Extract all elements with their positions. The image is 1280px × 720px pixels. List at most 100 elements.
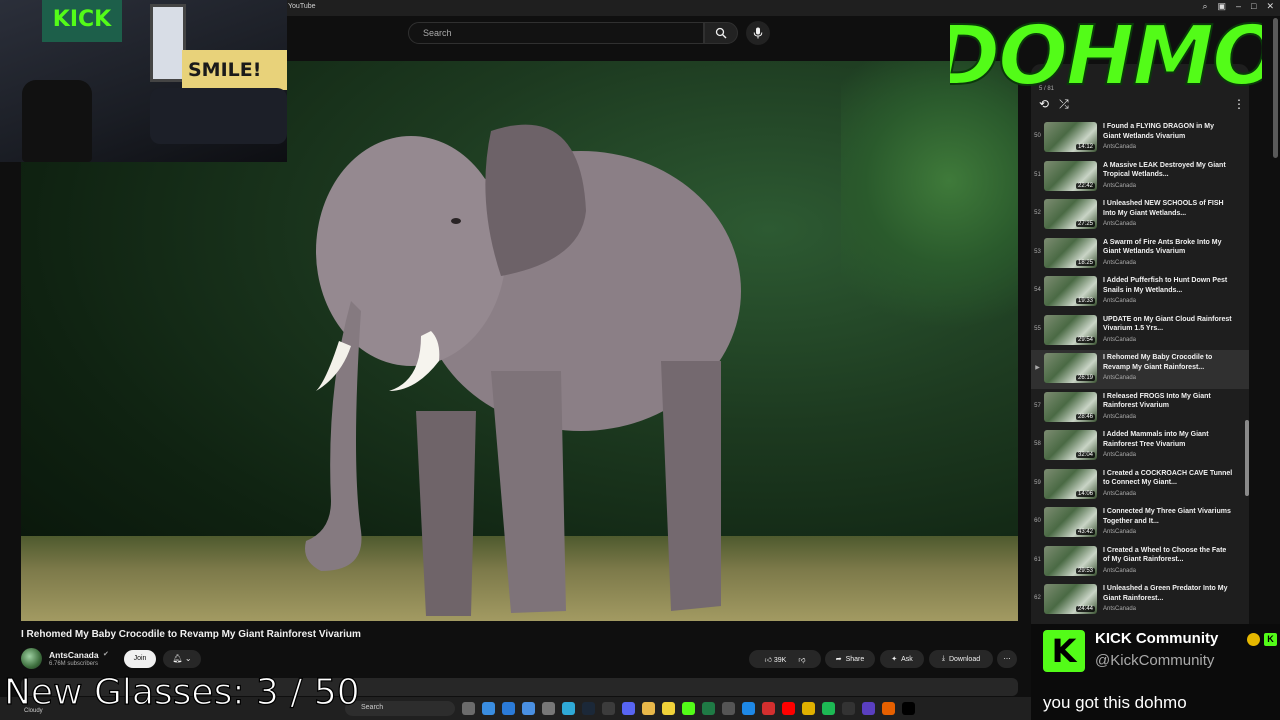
youtube-icon[interactable] [782, 702, 795, 715]
channel-name[interactable]: AntsCanada [49, 650, 99, 660]
playlist-item-title[interactable]: I Unleashed NEW SCHOOLS of FISH Into My … [1103, 199, 1233, 218]
playlist-item-channel[interactable]: AntsCanada [1103, 568, 1233, 574]
playlist-item-channel[interactable]: AntsCanada [1103, 144, 1233, 150]
ask-button[interactable]: ✦ Ask [880, 650, 924, 668]
search-button[interactable] [704, 22, 738, 44]
playlist-thumbnail[interactable]: 28:46 [1044, 391, 1097, 422]
media-icon[interactable] [862, 702, 875, 715]
playlist-scrollbar[interactable] [1245, 420, 1249, 496]
mail-icon[interactable] [502, 702, 515, 715]
playlist-item[interactable]: ▶ 26:19 I Rehomed My Baby Crocodile to Rev… [1031, 350, 1249, 389]
more-actions-button[interactable]: ⋯ [997, 650, 1017, 668]
task-view-icon[interactable] [462, 702, 475, 715]
playlist-item-title[interactable]: I Found a FLYING DRAGON in My Giant Wetl… [1103, 122, 1233, 141]
playlist-thumbnail[interactable]: 29:53 [1044, 545, 1097, 576]
search-input[interactable]: Search [408, 22, 704, 44]
playlist-item-title[interactable]: UPDATE on My Giant Cloud Rainforest Viva… [1103, 315, 1233, 334]
playlist-thumbnail[interactable]: 32:04 [1044, 430, 1097, 460]
notes-icon[interactable] [662, 702, 675, 715]
playlist-item-channel[interactable]: AntsCanada [1103, 337, 1233, 343]
playlist-item[interactable]: 50 14:12 I Found a FLYING DRAGON in My Gia… [1031, 119, 1249, 158]
obs-icon[interactable] [602, 702, 615, 715]
join-button[interactable]: Join [124, 650, 156, 668]
playlist-item[interactable]: 51 22:42 A Massive LEAK Destroyed My Giant… [1031, 158, 1249, 197]
playlist-thumbnail[interactable]: 22:42 [1044, 160, 1097, 191]
subscribe-bell-button[interactable]: 🔔︎ ⌄ [163, 650, 201, 668]
playlist-thumbnail[interactable]: 19:33 [1044, 276, 1097, 306]
store-icon[interactable] [522, 702, 535, 715]
playlist-thumbnail[interactable]: 26:19 [1044, 353, 1097, 383]
camera-icon[interactable] [542, 702, 555, 715]
playlist-item-channel[interactable]: AntsCanada [1103, 414, 1233, 420]
spotify-icon[interactable] [822, 702, 835, 715]
playlist-thumbnail[interactable]: 29:54 [1044, 314, 1097, 345]
video-duration: 28:46 [1075, 413, 1095, 420]
playlist-thumbnail[interactable]: 14:06 [1044, 468, 1097, 499]
excel-icon[interactable] [702, 702, 715, 715]
kick-poster: KICK [42, 0, 122, 42]
dislike-button[interactable]: 👎︎ [798, 655, 805, 664]
folder-icon[interactable] [642, 702, 655, 715]
playlist-item-channel[interactable]: AntsCanada [1103, 221, 1233, 227]
browser-tab-title[interactable]: YouTube [288, 3, 316, 10]
playlist-item-title[interactable]: A Massive LEAK Destroyed My Giant Tropic… [1103, 161, 1233, 180]
edge-icon[interactable] [562, 702, 575, 715]
playlist-item[interactable]: 54 19:33 I Added Pufferfish to Hunt Down P… [1031, 273, 1249, 312]
playlist-item-title[interactable]: I Unleashed a Green Predator Into My Gia… [1103, 584, 1233, 603]
playlist-item-title[interactable]: A Swarm of Fire Ants Broke Into My Giant… [1103, 238, 1233, 257]
playlist-item-text: UPDATE on My Giant Cloud Rainforest Viva… [1103, 315, 1233, 343]
playlist-item[interactable]: 61 29:53 I Created a Wheel to Choose the F… [1031, 543, 1249, 582]
playlist-item-channel[interactable]: AntsCanada [1103, 452, 1233, 458]
steam-icon[interactable] [582, 702, 595, 715]
playlist-item-title[interactable]: I Connected My Three Giant Vivariums Tog… [1103, 507, 1233, 526]
playlist-item-channel[interactable]: AntsCanada [1103, 298, 1233, 304]
playlist-item[interactable]: 58 32:04 I Added Mammals into My Giant Rai… [1031, 427, 1249, 466]
like-button[interactable]: 👍︎ 39K [765, 655, 787, 664]
playlist-thumbnail[interactable]: 27:25 [1044, 199, 1097, 229]
playlist-item-channel[interactable]: AntsCanada [1103, 183, 1233, 189]
playlist-item-title[interactable]: I Created a COCKROACH CAVE Tunnel to Con… [1103, 469, 1233, 488]
playlist-thumbnail[interactable]: 43:42 [1044, 507, 1097, 537]
playlist-item-channel[interactable]: AntsCanada [1103, 491, 1233, 497]
playlist-item[interactable]: 57 28:46 I Released FROGS Into My Giant Ra… [1031, 389, 1249, 428]
playlist-item-title[interactable]: I Added Pufferfish to Hunt Down Pest Sna… [1103, 276, 1233, 295]
playlist-item-channel[interactable]: AntsCanada [1103, 260, 1233, 266]
download-button[interactable]: ⤓ Download [929, 650, 993, 668]
voice-search-button[interactable] [746, 21, 770, 45]
playlist-item-channel[interactable]: AntsCanada [1103, 375, 1233, 381]
playlist-item[interactable]: 60 43:42 I Connected My Three Giant Vivari… [1031, 504, 1249, 543]
playlist-thumbnail[interactable]: 18:25 [1044, 237, 1097, 268]
channel-avatar[interactable] [21, 648, 42, 669]
playlist-thumbnail[interactable]: 24:44 [1044, 584, 1097, 614]
playlist-item-title[interactable]: I Released FROGS Into My Giant Rainfores… [1103, 392, 1233, 411]
playlist-item[interactable]: 52 27:25 I Unleashed NEW SCHOOLS of FISH I… [1031, 196, 1249, 235]
playlist-item[interactable]: 59 14:06 I Created a COCKROACH CAVE Tunnel… [1031, 466, 1249, 505]
opera-icon[interactable] [762, 702, 775, 715]
playlist-item[interactable]: 53 18:25 A Swarm of Fire Ants Broke Into M… [1031, 235, 1249, 274]
playlist-thumbnail[interactable]: 14:12 [1044, 122, 1097, 152]
chat-message: you got this dohmo [1043, 693, 1187, 712]
firefox-icon[interactable] [882, 702, 895, 715]
playlist-item-channel[interactable]: AntsCanada [1103, 606, 1233, 612]
terminal-icon[interactable] [842, 702, 855, 715]
taskbar-search[interactable]: Search [345, 701, 455, 716]
x-app-icon[interactable] [902, 702, 915, 715]
playlist-item-title[interactable]: I Rehomed My Baby Crocodile to Revamp My… [1103, 353, 1233, 372]
playlist-item-title[interactable]: I Created a Wheel to Choose the Fate of … [1103, 546, 1233, 565]
search-icon [715, 27, 727, 39]
chrome-icon[interactable] [802, 702, 815, 715]
playlist-item-channel[interactable]: AntsCanada [1103, 529, 1233, 535]
close-icon[interactable]: ✕ [1266, 1, 1274, 12]
settings-icon[interactable] [722, 702, 735, 715]
playlist-item-number: 60 [1034, 518, 1041, 524]
kick-app-icon[interactable] [682, 702, 695, 715]
browser-icon[interactable] [742, 702, 755, 715]
discord-icon[interactable] [622, 702, 635, 715]
file-explorer-icon[interactable] [482, 702, 495, 715]
gaming-chair [22, 80, 92, 162]
playlist-item-title[interactable]: I Added Mammals into My Giant Rainforest… [1103, 430, 1233, 449]
playlist-item[interactable]: 55 29:54 UPDATE on My Giant Cloud Rainfore… [1031, 312, 1249, 351]
playlist-item[interactable]: 62 24:44 I Unleashed a Green Predator Into… [1031, 581, 1249, 620]
page-scrollbar[interactable] [1273, 18, 1278, 158]
share-button[interactable]: ➦ Share [825, 650, 875, 668]
